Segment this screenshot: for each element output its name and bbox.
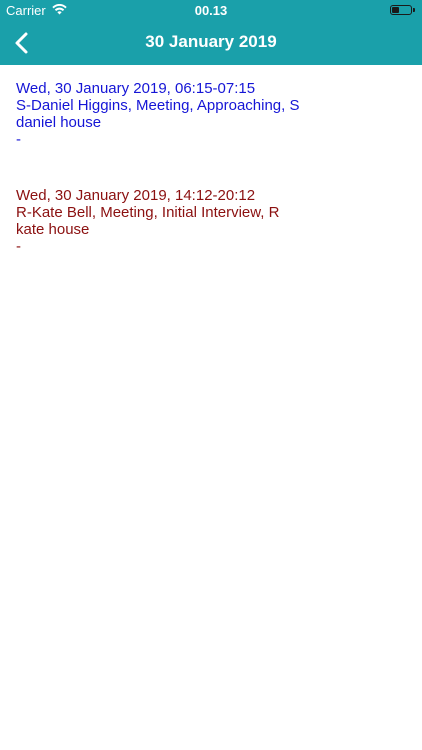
page-title: 30 January 2019 bbox=[145, 32, 277, 51]
entry-location: kate house bbox=[16, 221, 90, 238]
entry-details: R-Kate Bell, Meeting, Initial Interview,… bbox=[16, 204, 280, 221]
battery-fill bbox=[392, 7, 399, 13]
status-time: 00.13 bbox=[194, 3, 228, 18]
entry-details: S-Daniel Higgins, Meeting, Approaching, … bbox=[16, 97, 300, 114]
battery-icon bbox=[390, 5, 415, 15]
list-item[interactable]: Wed, 30 January 2019, 06:15-07:15 S-Dani… bbox=[16, 80, 406, 148]
entry-location: daniel house bbox=[16, 114, 102, 131]
entry-date: Wed, 30 January 2019, 06:15-07:15 bbox=[16, 80, 256, 97]
list-item[interactable]: Wed, 30 January 2019, 14:12-20:12 R-Kate… bbox=[16, 187, 406, 255]
nav-bar: 30 January 2019 bbox=[0, 21, 422, 65]
appointment-list: Wed, 30 January 2019, 06:15-07:15 S-Dani… bbox=[0, 65, 422, 255]
entry-date: Wed, 30 January 2019, 14:12-20:12 bbox=[16, 187, 256, 204]
entry-note: - bbox=[16, 131, 21, 148]
status-bar: Carrier 00.13 bbox=[0, 0, 422, 21]
entry-note: - bbox=[16, 238, 21, 255]
